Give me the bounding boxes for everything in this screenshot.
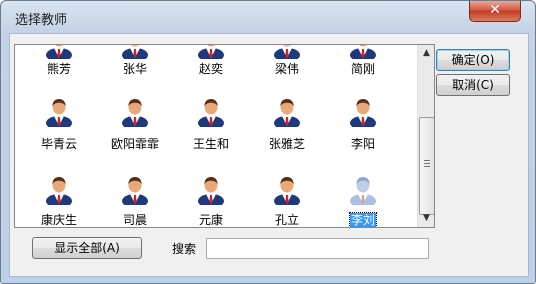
search-input[interactable]: [206, 238, 429, 259]
teacher-name: 欧阳霏霏: [97, 135, 173, 152]
close-icon: ✕: [489, 2, 501, 18]
search-label: 搜索: [172, 242, 197, 256]
teacher-icon: [45, 175, 73, 208]
cancel-button[interactable]: 取消(C): [436, 74, 510, 96]
teacher-name-text: 王生和: [192, 137, 229, 151]
ok-button[interactable]: 确定(O): [436, 49, 510, 71]
teacher-name: 毕青云: [21, 135, 97, 152]
teacher-name: 元康: [173, 211, 249, 227]
teacher-item[interactable]: 康庆生: [21, 45, 97, 227]
teacher-name-text: 毕青云: [40, 137, 77, 151]
teacher-name: 康庆生: [21, 211, 97, 227]
teacher-name-text: 张雅芝: [268, 137, 305, 151]
scroll-thumb[interactable]: [419, 117, 434, 215]
show-all-button[interactable]: 显示全部(A): [32, 237, 142, 259]
teacher-list[interactable]: 熊芳 张华 赵奕 梁伟 简刚 毕青云 欧阳霏霏 王生和 张雅芝 李阳 康庆生 司…: [14, 44, 435, 228]
teacher-item[interactable]: 孔立: [249, 45, 325, 227]
teacher-icon: [121, 175, 149, 208]
scroll-down-icon[interactable]: ▼: [418, 210, 434, 227]
close-button[interactable]: ✕: [469, 1, 521, 22]
teacher-item[interactable]: 元康: [173, 45, 249, 227]
teacher-name-text: 李阳: [350, 137, 375, 151]
teacher-name: 张雅芝: [249, 135, 325, 152]
teacher-name-text: 欧阳霏霏: [110, 137, 159, 151]
teacher-name-text: 李刘: [348, 212, 378, 227]
teacher-name-text: 元康: [198, 213, 223, 227]
teacher-name-text: 司晨: [122, 213, 147, 227]
scroll-grip-icon: [424, 160, 430, 167]
vertical-scrollbar[interactable]: ▲ ▼: [417, 45, 434, 227]
teacher-name: 李刘: [325, 211, 401, 227]
teacher-name: 孔立: [249, 211, 325, 227]
teacher-icon: [197, 175, 225, 208]
dialog-window: 选择教师 ✕ 熊芳 张华 赵奕 梁伟 简刚 毕青云 欧阳霏霏 王生和 张雅芝 李…: [0, 0, 536, 284]
teacher-name-text: 孔立: [274, 213, 299, 227]
teacher-item[interactable]: 李刘: [325, 45, 401, 227]
scroll-up-icon[interactable]: ▲: [418, 45, 434, 62]
teacher-name: 王生和: [173, 135, 249, 152]
title-bar[interactable]: 选择教师 ✕: [1, 1, 535, 33]
teacher-icon: [349, 175, 377, 208]
dialog-client-area: 熊芳 张华 赵奕 梁伟 简刚 毕青云 欧阳霏霏 王生和 张雅芝 李阳 康庆生 司…: [9, 33, 529, 277]
teacher-name-text: 康庆生: [40, 213, 77, 227]
teacher-item[interactable]: 司晨: [97, 45, 173, 227]
teacher-grid: 熊芳 张华 赵奕 梁伟 简刚 毕青云 欧阳霏霏 王生和 张雅芝 李阳 康庆生 司…: [15, 45, 415, 227]
teacher-name: 司晨: [97, 211, 173, 227]
teacher-icon: [273, 175, 301, 208]
window-title: 选择教师: [15, 13, 68, 28]
teacher-name: 李阳: [325, 135, 401, 152]
